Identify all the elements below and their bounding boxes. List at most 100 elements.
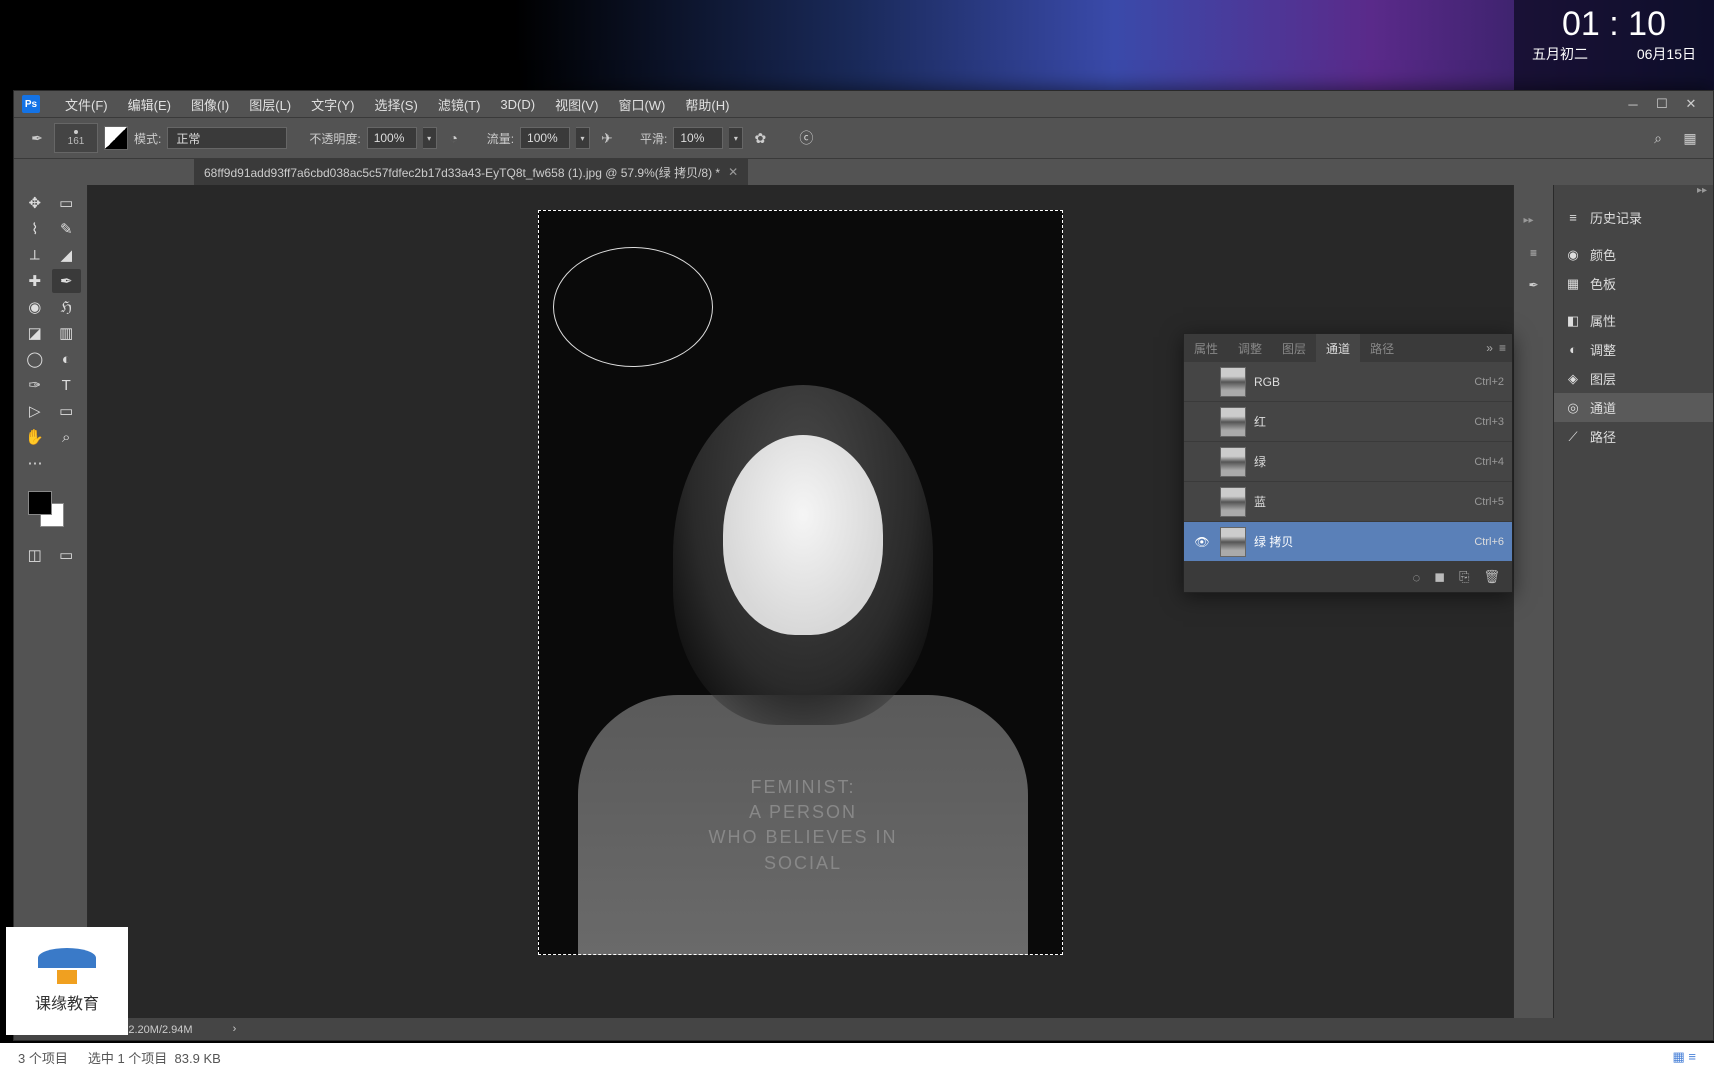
opacity-input[interactable]: 100% xyxy=(367,127,417,149)
type-tool[interactable]: T xyxy=(52,373,82,397)
panel-paths[interactable]: ⟋ 路径 xyxy=(1554,422,1713,451)
zoom-tool[interactable]: ⌕ xyxy=(52,425,82,449)
channel-row-blue[interactable]: 蓝 Ctrl+5 xyxy=(1184,482,1512,522)
save-selection-icon[interactable]: ◼ xyxy=(1434,569,1445,585)
smoothing-dropdown[interactable]: ▾ xyxy=(729,127,743,149)
panel-swatches[interactable]: ▦ 色板 xyxy=(1554,269,1713,298)
opacity-dropdown[interactable]: ▾ xyxy=(423,127,437,149)
pressure-opacity-icon[interactable]: ◔ xyxy=(443,127,465,149)
channel-thumb xyxy=(1220,527,1246,557)
menu-layer[interactable]: 图层(L) xyxy=(239,91,301,118)
menu-filter[interactable]: 滤镜(T) xyxy=(428,91,491,118)
quick-select-tool[interactable]: ✎ xyxy=(52,217,82,241)
tab-paths[interactable]: 路径 xyxy=(1360,334,1404,363)
channel-row-green[interactable]: 绿 Ctrl+4 xyxy=(1184,442,1512,482)
quick-mask-icon[interactable]: ◫ xyxy=(20,543,50,567)
smoothing-label: 平滑: xyxy=(640,130,667,147)
delete-channel-icon[interactable]: 🗑 xyxy=(1483,569,1500,585)
visibility-toggle[interactable]: 👁 xyxy=(1192,535,1212,549)
edit-toolbar[interactable]: ⋯ xyxy=(20,451,50,475)
tab-channels[interactable]: 通道 xyxy=(1316,334,1360,363)
panel-expand-icon[interactable]: » xyxy=(1486,341,1493,355)
gradient-tool[interactable]: ▥ xyxy=(52,321,82,345)
adjustments-icon: ◐ xyxy=(1564,341,1582,359)
path-select-tool[interactable]: ▷ xyxy=(20,399,50,423)
panel-channels[interactable]: ◎ 通道 xyxy=(1554,393,1713,422)
collapse-right-icon[interactable]: ▸▸ xyxy=(1554,185,1713,203)
channel-thumb xyxy=(1220,407,1246,437)
panel-layers[interactable]: ◈ 图层 xyxy=(1554,364,1713,393)
move-tool[interactable]: ✥ xyxy=(20,191,50,215)
panel-adjustments[interactable]: ◐ 调整 xyxy=(1554,335,1713,364)
history-icon: ≡ xyxy=(1564,209,1582,227)
channel-thumb xyxy=(1220,447,1246,477)
brush-preset-picker[interactable]: 161 xyxy=(54,123,98,153)
load-selection-icon[interactable]: ◌ xyxy=(1413,570,1421,585)
menu-3d[interactable]: 3D(D) xyxy=(490,93,545,116)
search-icon[interactable]: ⌕ xyxy=(1647,127,1669,149)
tab-close-icon[interactable]: ✕ xyxy=(728,165,738,179)
marquee-tool[interactable]: ▭ xyxy=(52,191,82,215)
status-arrow-icon[interactable]: › xyxy=(233,1023,237,1035)
tab-layers[interactable]: 图层 xyxy=(1272,334,1316,363)
tab-properties[interactable]: 属性 xyxy=(1184,334,1228,363)
channel-thumb xyxy=(1220,367,1246,397)
canvas-area[interactable]: FEMINIST: A PERSON WHO BELIEVES IN SOCIA… xyxy=(88,185,1513,1040)
layers-icon: ◈ xyxy=(1564,370,1582,388)
dodge-tool[interactable]: ◐ xyxy=(52,347,82,371)
new-channel-icon[interactable]: ⎘ xyxy=(1459,569,1469,585)
smoothing-input[interactable]: 10% xyxy=(673,127,723,149)
history-brush-tool[interactable]: ℌ xyxy=(52,295,82,319)
workspace-icon[interactable]: ▦ xyxy=(1679,127,1701,149)
lasso-tool[interactable]: ⌇ xyxy=(20,217,50,241)
panel-history[interactable]: ≡ 历史记录 xyxy=(1554,203,1713,232)
color-picker[interactable] xyxy=(20,487,81,531)
pen-tool[interactable]: ✑ xyxy=(20,373,50,397)
blend-mode-select[interactable]: 正常 xyxy=(167,127,287,149)
panel-color[interactable]: ◉ 颜色 xyxy=(1554,240,1713,269)
document-tab[interactable]: 68ff9d91add93ff7a6cbd038ac5c57fdfec2b17d… xyxy=(194,159,748,185)
flow-input[interactable]: 100% xyxy=(520,127,570,149)
channel-row-rgb[interactable]: RGB Ctrl+2 xyxy=(1184,362,1512,402)
panel-properties[interactable]: ◧ 属性 xyxy=(1554,306,1713,335)
foreground-color[interactable] xyxy=(28,491,52,515)
screen-mode-icon[interactable]: ▭ xyxy=(52,543,82,567)
tab-adjustments[interactable]: 调整 xyxy=(1228,334,1272,363)
shape-tool[interactable]: ▭ xyxy=(52,399,82,423)
channel-row-green-copy[interactable]: 👁 绿 拷贝 Ctrl+6 xyxy=(1184,522,1512,562)
brush-tool[interactable]: ✒ xyxy=(52,269,82,293)
brushes-panel-icon[interactable]: ≡ xyxy=(1519,239,1549,267)
crop-tool[interactable]: ⟂ xyxy=(20,243,50,267)
menu-type[interactable]: 文字(Y) xyxy=(301,91,364,118)
channel-row-red[interactable]: 红 Ctrl+3 xyxy=(1184,402,1512,442)
explorer-view-icons[interactable]: ▦ ≡ xyxy=(1673,1049,1696,1065)
eraser-tool[interactable]: ◪ xyxy=(20,321,50,345)
menu-image[interactable]: 图像(I) xyxy=(181,91,239,118)
eyedropper-tool[interactable]: ◢ xyxy=(52,243,82,267)
smoothing-gear-icon[interactable]: ✿ xyxy=(749,127,771,149)
stamp-tool[interactable]: ◉ xyxy=(20,295,50,319)
menu-view[interactable]: 视图(V) xyxy=(545,91,608,118)
brush-panel-toggle-icon[interactable] xyxy=(104,126,128,150)
menu-help[interactable]: 帮助(H) xyxy=(675,91,739,118)
hand-tool[interactable]: ✋ xyxy=(20,425,50,449)
collapse-dock-icon[interactable]: ▸▸ xyxy=(1524,215,1544,225)
close-button[interactable]: ✕ xyxy=(1677,94,1705,114)
menu-window[interactable]: 窗口(W) xyxy=(608,91,675,118)
blur-tool[interactable]: ◯ xyxy=(20,347,50,371)
document-canvas[interactable]: FEMINIST: A PERSON WHO BELIEVES IN SOCIA… xyxy=(538,210,1063,955)
healing-tool[interactable]: ✚ xyxy=(20,269,50,293)
panel-menu-icon[interactable]: ≡ xyxy=(1499,341,1506,355)
brush-settings-panel-icon[interactable]: ✒ xyxy=(1519,271,1549,299)
menu-select[interactable]: 选择(S) xyxy=(364,91,427,118)
status-bar: 57.85% 文档:2.20M/2.94M › xyxy=(14,1018,1713,1040)
menu-edit[interactable]: 编辑(E) xyxy=(118,91,181,118)
menu-file[interactable]: 文件(F) xyxy=(55,91,118,118)
brush-tool-icon[interactable]: ✒ xyxy=(26,127,48,149)
maximize-button[interactable]: ☐ xyxy=(1648,94,1676,114)
airbrush-icon[interactable]: ✈ xyxy=(596,127,618,149)
tool-palette: ✥ ▭ ⌇ ✎ ⟂ ◢ ✚ ✒ ◉ ℌ ◪ ▥ xyxy=(14,185,88,1040)
flow-dropdown[interactable]: ▾ xyxy=(576,127,590,149)
minimize-button[interactable]: ─ xyxy=(1619,94,1647,114)
pressure-size-icon[interactable]: ⓒ xyxy=(795,127,817,149)
